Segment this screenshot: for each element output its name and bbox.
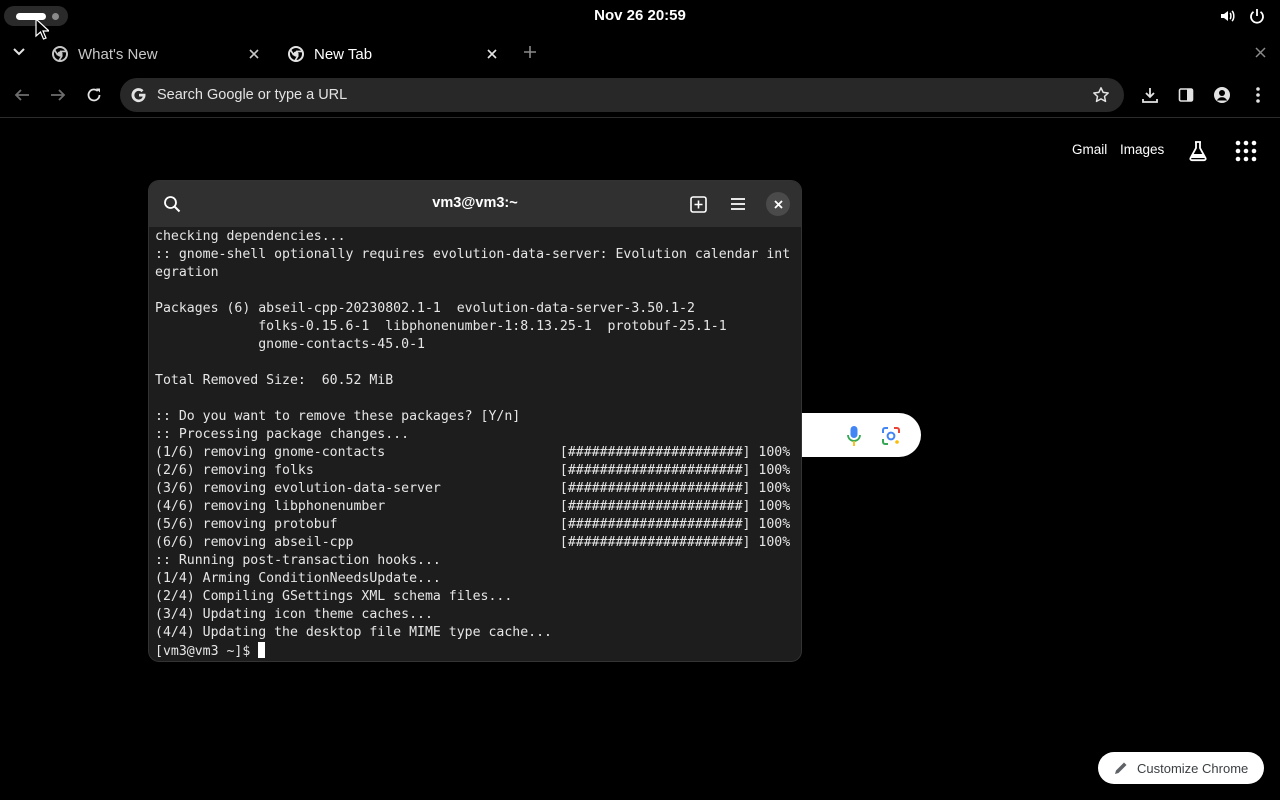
- gmail-link[interactable]: Gmail: [1072, 142, 1107, 157]
- terminal-header-bar[interactable]: vm3@vm3:~: [149, 181, 801, 227]
- forward-arrow-icon[interactable]: [47, 84, 69, 106]
- browser-toolbar: [0, 72, 1280, 118]
- hamburger-menu-icon[interactable]: [727, 193, 749, 215]
- terminal-prompt-line[interactable]: [vm3@vm3 ~]$: [155, 642, 799, 660]
- terminal-line: (4/6) removing libphonenumber [#########…: [155, 499, 791, 514]
- google-g-icon: [131, 88, 146, 103]
- new-terminal-tab-icon[interactable]: [687, 193, 709, 215]
- terminal-line: Total Removed Size: 60.52 MiB: [155, 373, 394, 388]
- window-close-icon[interactable]: [1250, 42, 1270, 62]
- google-apps-grid-icon[interactable]: [1235, 140, 1257, 162]
- tab-close-icon[interactable]: [246, 46, 262, 62]
- terminal-line: (5/6) removing protobuf [###############…: [155, 517, 791, 532]
- customize-chrome-button[interactable]: Customize Chrome: [1098, 752, 1264, 784]
- profile-avatar-icon[interactable]: [1211, 84, 1233, 106]
- terminal-line: egration: [155, 265, 219, 280]
- terminal-line: (2/6) removing folks [##################…: [155, 463, 791, 478]
- address-bar-input[interactable]: [157, 85, 1057, 105]
- terminal-line: gnome-contacts-45.0-1: [155, 337, 425, 352]
- terminal-line: (1/4) Arming ConditionNeedsUpdate...: [155, 571, 441, 586]
- customize-chrome-label: Customize Chrome: [1137, 760, 1249, 776]
- pencil-icon: [1115, 762, 1127, 774]
- terminal-line: checking dependencies...: [155, 229, 346, 244]
- terminal-line: (2/4) Compiling GSettings XML schema fil…: [155, 589, 513, 604]
- google-lens-icon[interactable]: [880, 425, 902, 447]
- power-icon[interactable]: [1248, 7, 1266, 25]
- terminal-line: :: gnome-shell optionally requires evolu…: [155, 247, 791, 262]
- tab-whats-new[interactable]: What's New: [40, 36, 272, 72]
- back-arrow-icon[interactable]: [11, 84, 33, 106]
- terminal-output[interactable]: checking dependencies...:: gnome-shell o…: [155, 228, 799, 660]
- terminal-cursor: [258, 642, 266, 658]
- terminal-line: :: Running post-transaction hooks...: [155, 553, 441, 568]
- terminal-window[interactable]: vm3@vm3:~ checking dependencies...:: gno…: [149, 181, 801, 661]
- more-menu-icon[interactable]: [1247, 84, 1269, 106]
- terminal-line: folks-0.15.6-1 libphonenumber-1:8.13.25-…: [155, 319, 727, 334]
- terminal-line: (1/6) removing gnome-contacts [#########…: [155, 445, 791, 460]
- side-panel-icon[interactable]: [1175, 84, 1197, 106]
- terminal-line: (3/4) Updating icon theme caches...: [155, 607, 433, 622]
- downloads-icon[interactable]: [1139, 84, 1161, 106]
- terminal-line: :: Do you want to remove these packages?…: [155, 409, 521, 424]
- images-link[interactable]: Images: [1120, 142, 1164, 157]
- omnibox[interactable]: [120, 78, 1124, 112]
- mouse-pointer-icon: [35, 18, 49, 40]
- clock[interactable]: Nov 26 20:59: [0, 7, 1280, 24]
- new-tab-plus-icon[interactable]: [520, 42, 540, 62]
- tab-close-icon[interactable]: [484, 46, 500, 62]
- terminal-line: (6/6) removing abseil-cpp [#############…: [155, 535, 791, 550]
- reload-icon[interactable]: [83, 84, 105, 106]
- chrome-labs-flask-icon[interactable]: [1186, 139, 1210, 163]
- tab-strip: What's New New Tab: [0, 32, 1280, 72]
- google-search-box[interactable]: [780, 413, 921, 457]
- chrome-icon: [288, 46, 304, 62]
- terminal-line: (4/4) Updating the desktop file MIME typ…: [155, 625, 552, 640]
- gnome-top-bar: Nov 26 20:59: [0, 0, 1280, 32]
- system-tray[interactable]: [1218, 7, 1266, 25]
- terminal-line: (3/6) removing evolution-data-server [##…: [155, 481, 791, 496]
- shell-prompt: [vm3@vm3 ~]$: [155, 644, 259, 659]
- tab-search-chevron-down-icon[interactable]: [8, 42, 30, 62]
- close-icon[interactable]: [766, 192, 790, 216]
- bookmark-star-icon[interactable]: [1092, 86, 1110, 104]
- volume-icon[interactable]: [1218, 7, 1236, 25]
- tab-title: What's New: [78, 45, 158, 63]
- terminal-line: :: Processing package changes...: [155, 427, 410, 442]
- tab-title: New Tab: [314, 45, 373, 63]
- chrome-icon: [52, 46, 68, 62]
- tab-new-tab[interactable]: New Tab: [276, 36, 510, 72]
- terminal-line: Packages (6) abseil-cpp-20230802.1-1 evo…: [155, 301, 695, 316]
- voice-search-mic-icon[interactable]: [846, 425, 862, 447]
